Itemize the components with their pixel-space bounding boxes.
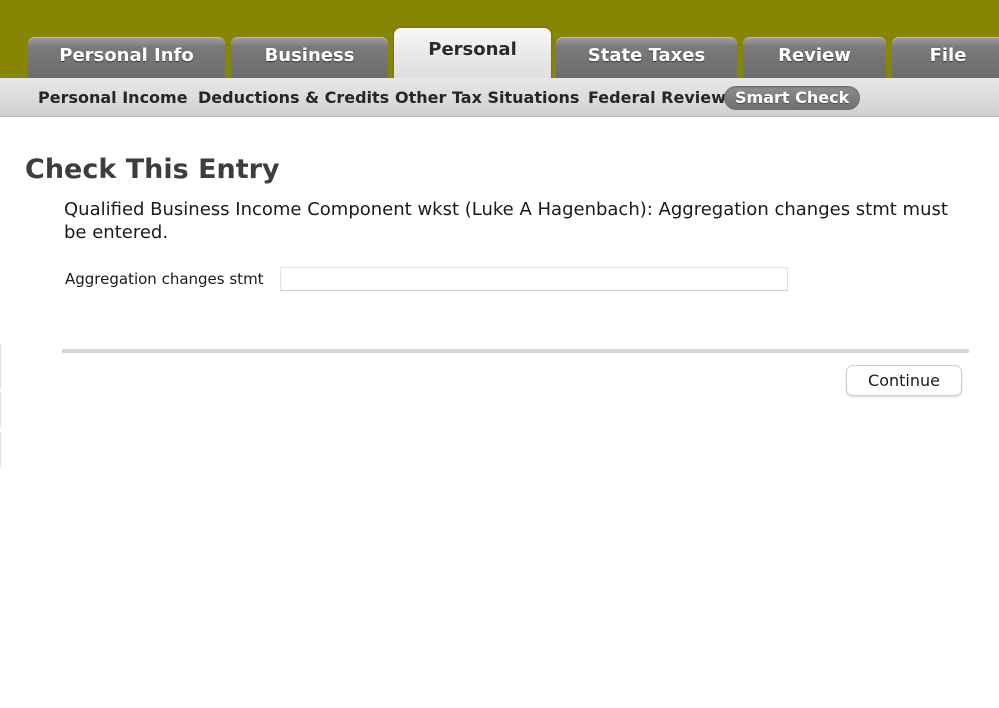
section-divider: [62, 349, 969, 353]
error-message: Qualified Business Income Component wkst…: [64, 199, 948, 243]
subnav-personal-income[interactable]: Personal Income: [38, 86, 188, 110]
left-edge-divider: [0, 432, 1, 468]
left-edge-divider: [0, 344, 1, 389]
aggregation-field-label: Aggregation changes stmt: [65, 270, 264, 288]
tab-business[interactable]: Business: [231, 37, 388, 78]
tab-personal[interactable]: Personal: [394, 28, 551, 78]
tab-state-taxes[interactable]: State Taxes: [556, 37, 737, 78]
sub-nav-bar: Personal Income Deductions & Credits Oth…: [0, 78, 999, 117]
continue-button[interactable]: Continue: [846, 365, 962, 396]
tab-file[interactable]: File: [892, 37, 999, 78]
main-tab-bar: Personal Info Business Personal State Ta…: [0, 0, 999, 78]
left-edge-divider: [0, 392, 1, 428]
subnav-other-tax-situations[interactable]: Other Tax Situations: [395, 86, 579, 110]
aggregation-changes-input[interactable]: [280, 267, 788, 291]
page-title: Check This Entry: [25, 154, 280, 185]
subnav-smart-check[interactable]: Smart Check: [724, 86, 861, 110]
tab-review[interactable]: Review: [743, 37, 886, 78]
tab-personal-info[interactable]: Personal Info: [28, 37, 225, 78]
subnav-federal-review[interactable]: Federal Review: [588, 86, 726, 110]
subnav-deductions-credits[interactable]: Deductions & Credits: [198, 86, 389, 110]
